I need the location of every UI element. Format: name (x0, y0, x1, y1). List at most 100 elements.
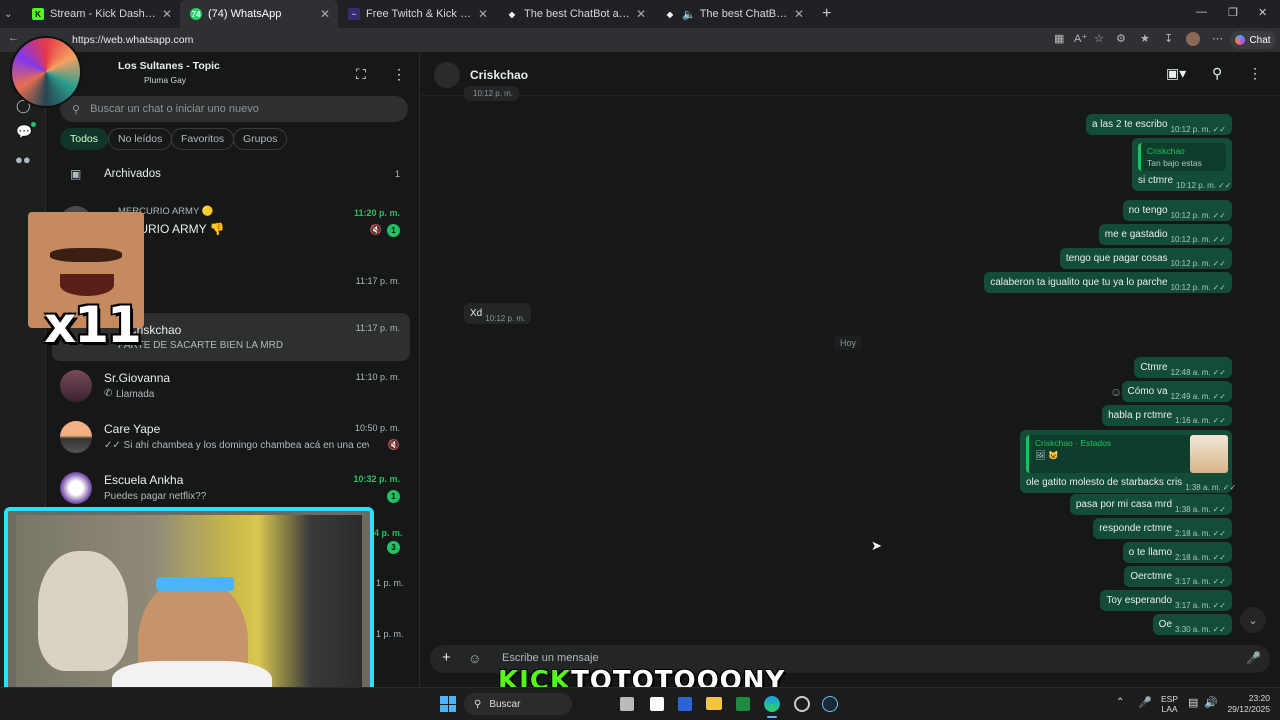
message-bubble-out[interactable]: calaberon ta igualito que tu ya lo parch… (984, 272, 1232, 293)
status-thumbnail (1190, 435, 1228, 473)
calculator-icon[interactable] (650, 697, 664, 711)
contact-avatar[interactable] (434, 62, 460, 88)
system-clock[interactable]: 23:20 29/12/2025 (1224, 693, 1270, 715)
extensions-icon[interactable]: ⚙ (1116, 32, 1126, 45)
message-bubble-in[interactable]: Xd 10:12 p. m. (464, 303, 532, 324)
mouse-cursor-icon: ➤ (871, 538, 882, 553)
search-icon[interactable]: ⚲ (1212, 65, 1222, 82)
message-input[interactable]: Escribe un mensaje (502, 652, 599, 664)
network-icon[interactable]: ▤ (1188, 696, 1198, 709)
filter-favoritos[interactable]: Favoritos (171, 128, 235, 150)
message-bubble-out-reply[interactable]: Criskchao Tan bajo estas si ctmre 10:12 p… (1132, 138, 1232, 191)
window-close-icon[interactable]: ✕ (1258, 6, 1267, 19)
attach-plus-icon[interactable]: + (442, 649, 451, 666)
edge-icon[interactable] (764, 696, 780, 712)
taskbar-search[interactable]: ⚲ Buscar (464, 693, 572, 715)
downloads-icon[interactable]: ↧ (1164, 32, 1173, 45)
read-ticks-icon: ✓✓ (1212, 283, 1226, 292)
copilot-chat-button[interactable]: Chat (1230, 31, 1276, 49)
close-icon[interactable]: ✕ (478, 7, 488, 21)
windows-start-icon[interactable] (440, 696, 456, 712)
file-explorer-icon[interactable] (706, 697, 722, 710)
profile-avatar[interactable] (1186, 32, 1200, 46)
read-ticks-icon: ✓✓ (1212, 259, 1226, 268)
message-bubble-out[interactable]: responde rctmre 2:18 a. m. ✓✓ (1093, 518, 1232, 539)
channel-logo-image (10, 36, 82, 108)
close-icon[interactable]: ✕ (320, 7, 330, 21)
task-view-icon[interactable] (620, 697, 634, 711)
new-tab-button[interactable]: + (812, 0, 836, 28)
language-indicator[interactable]: ESP LAA (1161, 694, 1178, 714)
message-bubble-out-status-reply[interactable]: Criskchao · Estados 🖼 😺 ole gatito moles… (1020, 430, 1236, 493)
message-bubble-out[interactable]: Oerctmre 3:17 a. m. ✓✓ (1124, 566, 1232, 587)
read-aloud-icon[interactable]: A⁺ (1074, 32, 1087, 45)
back-icon[interactable]: ← (8, 32, 19, 44)
message-bubble-out[interactable]: o te llamo 2:18 a. m. ✓✓ (1122, 542, 1232, 563)
favorite-star-icon[interactable]: ☆ (1094, 32, 1104, 45)
favorites-icon[interactable]: ★ (1140, 32, 1150, 45)
steam-icon[interactable] (822, 696, 838, 712)
chat-item-care-yape[interactable]: Care Yape ✓✓ Si ahí chambea y los doming… (52, 413, 410, 461)
sticker-icon[interactable]: ☺ (468, 651, 481, 666)
read-ticks-icon: ✓✓ (1218, 181, 1232, 190)
tab-list-button[interactable]: ⌄ (0, 0, 22, 28)
search-input[interactable]: ⚲ Buscar un chat o iniciar uno nuevo (60, 96, 408, 122)
message-bubble-out[interactable]: Ctmre 12:48 a. m. ✓✓ (1134, 357, 1232, 378)
tray-chevron-icon[interactable]: ⌃ (1116, 697, 1124, 708)
avatar (60, 370, 92, 402)
speaker-icon[interactable]: 🔈 (682, 8, 696, 21)
obs-icon[interactable] (794, 696, 810, 712)
copilot-icon (1235, 35, 1246, 45)
message-bubble-in[interactable]: 10:12 p. m. (464, 86, 520, 101)
message-bubble-out[interactable]: pasa por mi casa mrd 1:38 a. m. ✓✓ (1069, 494, 1232, 515)
excel-icon[interactable] (736, 697, 750, 711)
more-icon[interactable]: ⋯ (1212, 32, 1223, 45)
close-icon[interactable]: ✕ (162, 7, 172, 21)
microphone-icon[interactable]: 🎤 (1246, 651, 1261, 665)
message-bubble-out[interactable]: Toy esperando 3:17 a. m. ✓✓ (1100, 590, 1232, 611)
url-field[interactable]: https://web.whatsapp.com (72, 34, 193, 46)
word-icon[interactable] (678, 697, 692, 711)
diamond-icon: ◆ (666, 9, 674, 19)
close-icon[interactable]: ✕ (794, 7, 804, 21)
microphone-icon[interactable]: 🎤 (1138, 696, 1152, 709)
tab-chatbot-2[interactable]: ◆ 🔈 The best ChatBot and Widget… ✕ (654, 0, 812, 28)
volume-icon[interactable]: 🔊 (1204, 696, 1218, 709)
minimize-icon[interactable]: — (1196, 6, 1207, 18)
viewers-icon: ~ (348, 8, 360, 20)
address-bar: ← https://web.whatsapp.com ▦ A⁺ ☆ ⚙ ★ ↧ … (0, 28, 1280, 52)
video-call-icon[interactable]: ▣▾ (1166, 65, 1186, 82)
contact-name[interactable]: Criskchao (470, 68, 528, 82)
chat-item-sr-giovanna[interactable]: Sr.Giovanna ✆ Llamada 11:10 p. m. (52, 362, 410, 410)
filter-todos[interactable]: Todos (60, 128, 109, 150)
message-bubble-out[interactable]: Oe 3:30 a. m. ✓✓ (1152, 614, 1232, 635)
read-ticks-icon: ✓✓ (1212, 211, 1226, 220)
channels-icon[interactable]: 💬 (16, 124, 32, 140)
read-ticks-icon: ✓✓ (1212, 577, 1226, 586)
emoji-react-icon[interactable]: ☺ (1110, 385, 1122, 399)
new-chat-icon[interactable]: ⛶ (356, 66, 366, 83)
message-bubble-out[interactable]: Cómo va 12:49 a. m. ✓✓ (1121, 381, 1232, 402)
tab-kick-dashboard[interactable]: K Stream - Kick Dashboard ✕ (22, 0, 180, 28)
message-bubble-out[interactable]: tengo que pagar cosas 10:12 p. m. ✓✓ (1059, 248, 1232, 269)
quoted-message[interactable]: Criskchao Tan bajo estas (1138, 143, 1226, 171)
filter-no-leidos[interactable]: No leídos (108, 128, 173, 150)
scroll-down-button[interactable]: ⌄ (1240, 607, 1266, 633)
tab-whatsapp[interactable]: 74 (74) WhatsApp ✕ (180, 0, 338, 28)
menu-icon[interactable]: ⋮ (392, 66, 406, 83)
maximize-icon[interactable]: ❐ (1228, 6, 1238, 19)
menu-icon[interactable]: ⋮ (1248, 65, 1262, 82)
quoted-status[interactable]: Criskchao · Estados 🖼 😺 (1026, 435, 1228, 473)
message-bubble-out[interactable]: me e gastadio 10:12 p. m. ✓✓ (1098, 224, 1232, 245)
filter-grupos[interactable]: Grupos (233, 128, 288, 150)
app-available-icon[interactable]: ▦ (1054, 32, 1064, 45)
close-icon[interactable]: ✕ (636, 7, 646, 21)
message-bubble-out[interactable]: no tengo 10:12 p. m. ✓✓ (1122, 200, 1232, 221)
archived-row[interactable]: ▣ Archivados 1 (52, 158, 410, 190)
tab-chatbot-1[interactable]: ◆ The best ChatBot and Widgets fo… ✕ (496, 0, 654, 28)
chat-item-escuela-ankha[interactable]: Escuela Ankha Puedes pagar netflix?? 10:… (52, 464, 410, 512)
tab-free-viewers[interactable]: ~ Free Twitch & Kick Viewers - Try 1… ✕ (338, 0, 496, 28)
message-bubble-out[interactable]: a las 2 te escribo 10:12 p. m. ✓✓ (1085, 114, 1232, 135)
message-bubble-out[interactable]: habla p rctmre 1:16 a. m. ✓✓ (1102, 405, 1232, 426)
communities-icon[interactable]: ●● (15, 152, 31, 167)
